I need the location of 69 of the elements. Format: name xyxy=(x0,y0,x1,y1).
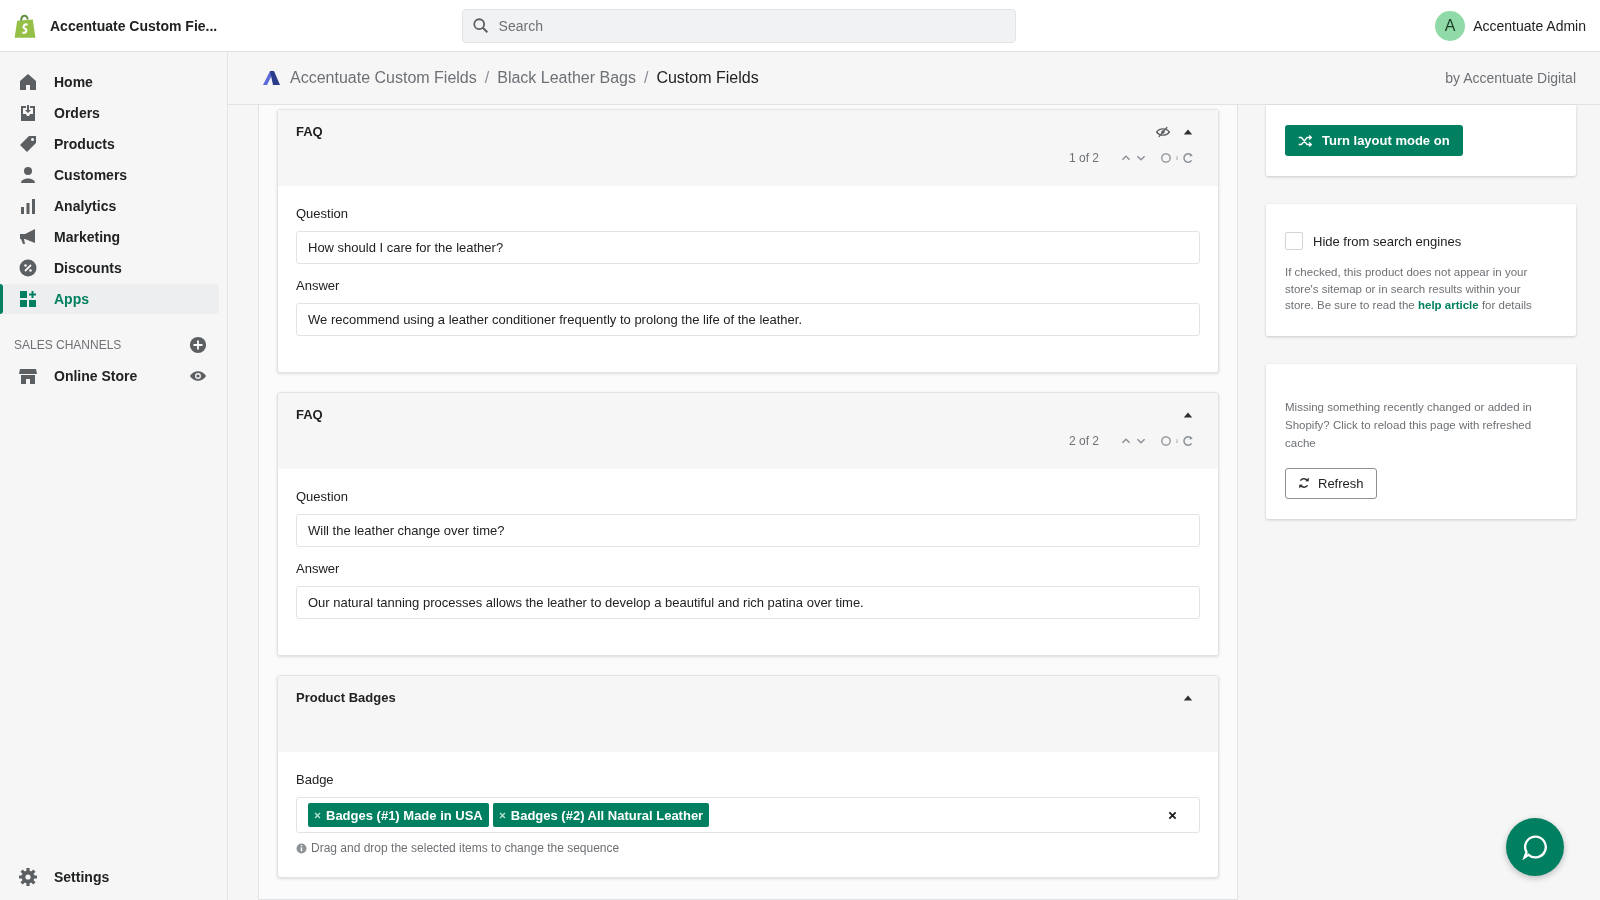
nav-item[interactable]: Apps xyxy=(0,284,219,314)
card-title: FAQ xyxy=(296,124,323,139)
field-label: Question xyxy=(296,489,350,504)
store-name: Accentuate Custom Fie... xyxy=(50,17,218,34)
checkbox-label[interactable]: Hide from search engines xyxy=(1313,233,1462,249)
field-label: Question xyxy=(296,206,350,221)
refresh-text: Missing something recently changed or added in Shopify? Click to reload this page with refreshed cache xyxy=(1285,399,1533,451)
separator-slash: / xyxy=(484,69,490,87)
nav-item[interactable]: Products xyxy=(0,128,219,159)
hint-text: Drag and drop the selected items to change the sequence xyxy=(311,841,620,855)
layout-mode-button[interactable]: Turn layout mode on xyxy=(1285,125,1463,156)
tag-icon xyxy=(18,133,38,154)
breadcrumb-link[interactable]: Black Leather Bags xyxy=(497,69,636,87)
nav-item[interactable]: Settings xyxy=(0,861,219,892)
text-field[interactable]: Our natural tanning processes allows the leather to develop a beautiful and rich patina over time. xyxy=(296,586,1200,619)
apps-icon xyxy=(18,289,38,309)
nav-item[interactable]: Orders xyxy=(0,97,219,128)
circle-icon xyxy=(1160,435,1172,447)
remove-icon xyxy=(314,811,321,819)
field-label: Answer xyxy=(296,278,341,293)
tag-select-field[interactable]: Badges (#1) Made in USA Badges (#2) All Natural Leather xyxy=(296,797,1200,833)
reload-icon xyxy=(1182,152,1194,164)
nav-item[interactable]: Online Store xyxy=(0,360,138,391)
nav-item[interactable]: Customers xyxy=(0,159,219,190)
nav-item[interactable]: Marketing xyxy=(0,221,219,252)
inbox-icon xyxy=(18,102,38,123)
section-heading: SALES CHANNELS xyxy=(14,338,122,352)
refresh-button[interactable]: Refresh xyxy=(1285,467,1377,499)
info-icon xyxy=(296,842,307,854)
help-text: If checked, this product does not appear in your store's sitemap or in search results within your store. Be sure to read the help article for details xyxy=(1285,265,1533,313)
text-field[interactable]: Will the leather change over time? xyxy=(296,514,1200,547)
nav-item[interactable]: Home xyxy=(0,66,219,97)
home-icon xyxy=(18,71,38,92)
badge-tag[interactable]: Badges (#1) Made in USA xyxy=(308,803,489,827)
user-name[interactable]: Accentuate Admin xyxy=(1473,17,1586,34)
nav-item[interactable]: Analytics xyxy=(0,190,219,221)
field-label: Badge xyxy=(296,772,335,787)
discount-icon xyxy=(18,257,38,278)
search-icon xyxy=(471,16,490,35)
megaphone-icon xyxy=(18,226,38,247)
text-field[interactable]: We recommend using a leather conditioner frequently to prolong the life of the leather. xyxy=(296,303,1200,336)
text-field[interactable]: How should I care for the leather? xyxy=(296,231,1200,264)
refresh-icon xyxy=(1298,477,1310,489)
checkbox[interactable] xyxy=(1285,232,1303,250)
eye-slash-icon xyxy=(1156,124,1170,139)
nav-item[interactable]: Discounts xyxy=(0,252,219,283)
shuffle-icon xyxy=(1298,133,1312,148)
card-title: FAQ xyxy=(296,407,323,422)
person-icon xyxy=(18,164,38,185)
breadcrumb-link[interactable]: Accentuate Custom Fields xyxy=(290,69,477,87)
add-icon xyxy=(189,336,207,354)
reload-icon xyxy=(1182,435,1194,447)
field-label: Answer xyxy=(296,561,341,576)
gear-icon xyxy=(18,866,38,887)
speech-bubble-icon xyxy=(1522,834,1548,860)
help-link[interactable]: help article xyxy=(1417,299,1479,311)
chat-button[interactable] xyxy=(1506,818,1564,876)
vendor-credit: by Accentuate Digital xyxy=(1445,70,1576,86)
card-title: Product Badges xyxy=(296,690,396,705)
separator-slash: / xyxy=(643,69,649,87)
item-counter: 2 of 2 xyxy=(1068,434,1099,448)
logo-icon xyxy=(260,68,282,88)
badge-tag[interactable]: Badges (#2) All Natural Leather xyxy=(492,803,710,827)
remove-icon xyxy=(498,811,506,819)
clear-icon xyxy=(1168,810,1177,820)
circle-icon xyxy=(1160,152,1172,164)
search-field[interactable]: Search xyxy=(461,8,1016,43)
user-avatar[interactable]: A xyxy=(1435,10,1466,41)
item-counter: 1 of 2 xyxy=(1068,151,1099,165)
